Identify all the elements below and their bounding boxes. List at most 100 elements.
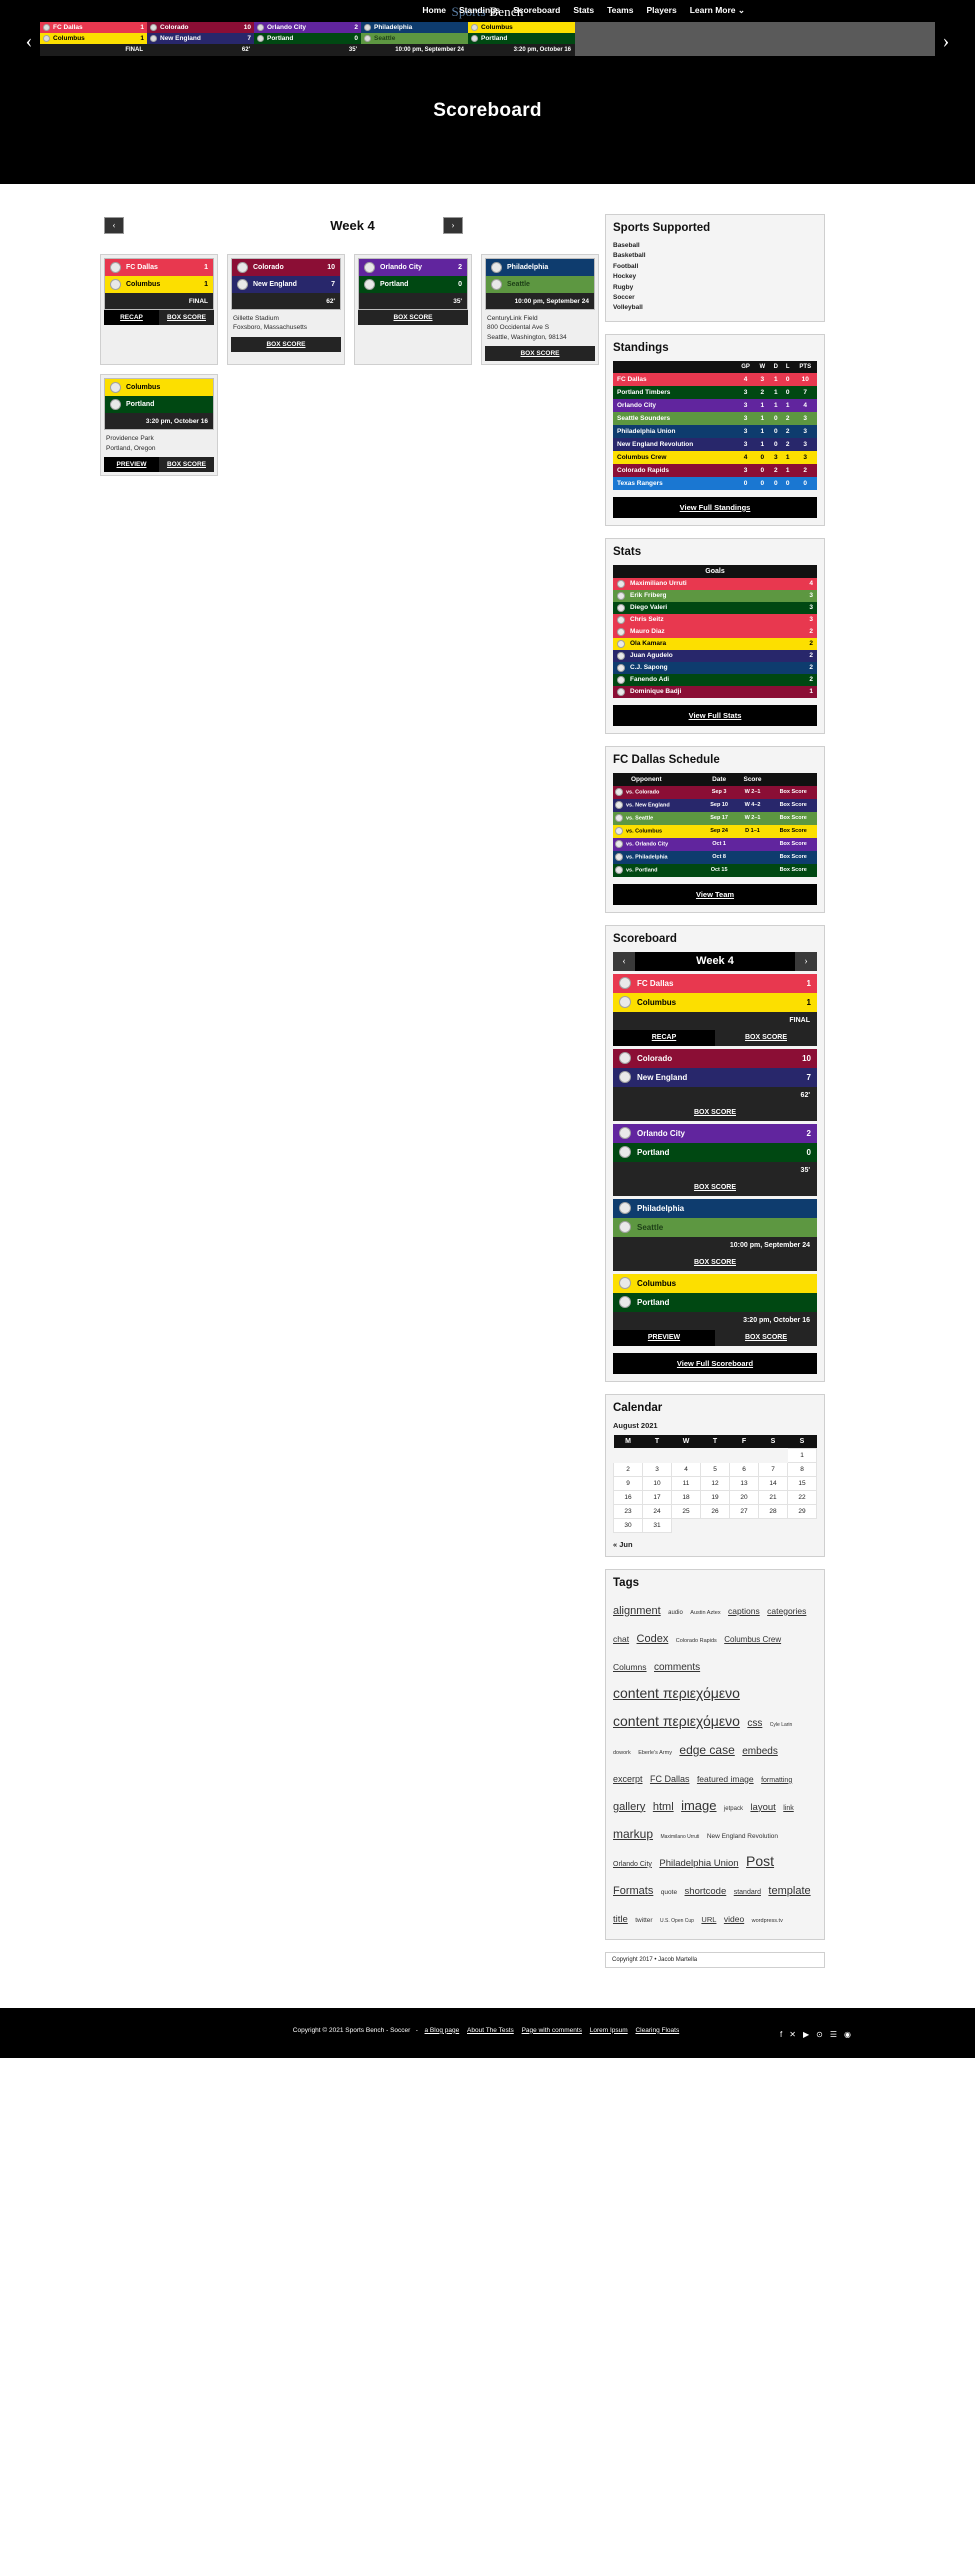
- calendar-day-cell[interactable]: 6: [729, 1461, 759, 1477]
- calendar-day-cell[interactable]: 16: [613, 1489, 643, 1505]
- tag-link[interactable]: shortcode: [685, 1886, 727, 1897]
- calendar-day-cell[interactable]: 27: [729, 1503, 759, 1519]
- sport-item[interactable]: Rugby: [613, 283, 817, 293]
- tag-link[interactable]: html: [653, 1801, 674, 1813]
- sidebar-box-score-button[interactable]: BOX SCORE: [715, 1029, 817, 1046]
- tag-link[interactable]: layout: [750, 1802, 775, 1813]
- calendar-day-cell[interactable]: 12: [700, 1475, 730, 1491]
- sidebar-box-score-button[interactable]: BOX SCORE: [613, 1179, 817, 1196]
- tag-link[interactable]: Austin Aztex: [690, 1610, 720, 1616]
- nav-item-players[interactable]: Players: [646, 5, 676, 16]
- tag-link[interactable]: captions: [728, 1606, 760, 1616]
- schedule-box-score-link[interactable]: Box Score: [769, 812, 817, 825]
- tag-link[interactable]: URL: [701, 1915, 716, 1924]
- tag-link[interactable]: chat: [613, 1634, 629, 1644]
- calendar-day-cell[interactable]: 7: [758, 1461, 788, 1477]
- calendar-day-cell[interactable]: 20: [729, 1489, 759, 1505]
- tag-link[interactable]: twitter: [635, 1917, 652, 1924]
- tag-link[interactable]: content περιεχόμενο: [613, 1685, 740, 1701]
- tag-link[interactable]: jetpack: [724, 1806, 743, 1812]
- box-score-button[interactable]: BOX SCORE: [485, 346, 595, 362]
- schedule-row[interactable]: vs. Seattle Sep 17 W 2–1 Box Score: [613, 811, 817, 825]
- stat-leader-row[interactable]: Ola Kamara 2: [613, 637, 817, 650]
- sidebar-recap-button[interactable]: RECAP: [613, 1029, 715, 1046]
- sidebar-game-card[interactable]: Columbus Portland 3:20 pm, October 16 PR…: [613, 1273, 817, 1346]
- box-score-button[interactable]: BOX SCORE: [159, 457, 214, 473]
- sidebar-game-card[interactable]: Orlando City 2 Portland 0 35' BOX SCORE: [613, 1123, 817, 1196]
- footer-link[interactable]: Page with comments: [522, 2027, 582, 2034]
- sidebar-game-card[interactable]: Philadelphia Seattle 10:00 pm, September…: [613, 1198, 817, 1271]
- tag-link[interactable]: link: [783, 1805, 794, 1812]
- stat-leader-row[interactable]: Maximiliano Urruti 4: [613, 577, 817, 590]
- schedule-row[interactable]: vs. New England Sep 10 W 4–2 Box Score: [613, 798, 817, 812]
- standings-row[interactable]: Orlando City 3 1 1 1 4: [613, 398, 817, 412]
- sidebar-game-card[interactable]: FC Dallas 1 Columbus 1 FINAL RECAP BOX SC…: [613, 973, 817, 1046]
- sidebar-preview-button[interactable]: PREVIEW: [613, 1329, 715, 1346]
- stat-leader-row[interactable]: Diego Valeri 3: [613, 601, 817, 614]
- schedule-box-score-link[interactable]: Box Score: [769, 838, 817, 851]
- calendar-day-cell[interactable]: 28: [758, 1503, 788, 1519]
- tag-link[interactable]: formatting: [761, 1777, 792, 1784]
- ticker-game[interactable]: Colorado 10 New England 7 62': [147, 22, 254, 56]
- ticker-next-icon[interactable]: ›: [931, 26, 961, 56]
- schedule-row[interactable]: vs. Colorado Sep 3 W 2–1 Box Score: [613, 785, 817, 799]
- view-full-stats-button[interactable]: View Full Stats: [613, 704, 817, 726]
- calendar-day-cell[interactable]: 24: [642, 1503, 672, 1519]
- footer-link[interactable]: About The Tests: [467, 2027, 514, 2034]
- sidebar-box-score-button[interactable]: BOX SCORE: [613, 1254, 817, 1271]
- stat-leader-row[interactable]: Dominique Badji 1: [613, 685, 817, 698]
- tag-link[interactable]: markup: [613, 1827, 653, 1841]
- nav-item-scoreboard[interactable]: Scoreboard: [513, 5, 560, 16]
- social-icon-2[interactable]: ▶: [803, 2030, 809, 2039]
- tag-link[interactable]: FC Dallas: [650, 1774, 690, 1784]
- tag-link[interactable]: edge case: [679, 1743, 734, 1757]
- schedule-row[interactable]: vs. Philadelphia Oct 8 Box Score: [613, 850, 817, 864]
- calendar-day-cell[interactable]: 22: [787, 1489, 817, 1505]
- tag-link[interactable]: New England Revolution: [707, 1833, 778, 1840]
- schedule-row[interactable]: vs. Columbus Sep 24 D 1–1 Box Score: [613, 824, 817, 838]
- calendar-day-cell[interactable]: 13: [729, 1475, 759, 1491]
- tag-link[interactable]: Columbus Crew: [724, 1635, 781, 1644]
- tag-link[interactable]: Codex: [637, 1633, 669, 1645]
- ticker-game[interactable]: Columbus Portland 3:20 pm, October 16: [468, 22, 575, 56]
- recap-button[interactable]: RECAP: [104, 310, 159, 325]
- tag-link[interactable]: quote: [661, 1889, 677, 1896]
- standings-row[interactable]: Philadelphia Union 3 1 0 2 3: [613, 424, 817, 438]
- stat-leader-row[interactable]: Mauro Diaz 2: [613, 625, 817, 638]
- calendar-day-cell[interactable]: 30: [613, 1517, 643, 1533]
- standings-row[interactable]: Portland Timbers 3 2 1 0 7: [613, 385, 817, 399]
- stat-leader-row[interactable]: Chris Seitz 3: [613, 613, 817, 626]
- tag-link[interactable]: Eberle's Army: [638, 1750, 672, 1756]
- tag-link[interactable]: Maximilano Urruti: [660, 1834, 699, 1840]
- tag-link[interactable]: Colorado Rapids: [676, 1638, 717, 1644]
- tag-link[interactable]: U.S. Open Cup: [660, 1918, 694, 1924]
- social-icon-5[interactable]: ◉: [844, 2030, 851, 2039]
- nav-item-standings[interactable]: Standings: [459, 5, 500, 16]
- tag-link[interactable]: gallery: [613, 1801, 645, 1813]
- social-icon-0[interactable]: f: [780, 2030, 782, 2039]
- preview-button[interactable]: PREVIEW: [104, 457, 159, 473]
- footer-link[interactable]: Lorem Ipsum: [590, 2027, 628, 2034]
- nav-item-teams[interactable]: Teams: [607, 5, 633, 16]
- tag-link[interactable]: template: [768, 1885, 810, 1897]
- tag-link[interactable]: Cyle Larin: [770, 1722, 793, 1728]
- schedule-row[interactable]: vs. Portland Oct 15 Box Score: [613, 863, 817, 877]
- box-score-button[interactable]: BOX SCORE: [159, 310, 214, 325]
- tag-link[interactable]: wordpress.tv: [752, 1918, 783, 1924]
- nav-item-stats[interactable]: Stats: [573, 5, 594, 16]
- calendar-day-cell[interactable]: 2: [613, 1461, 643, 1477]
- view-full-scoreboard-button[interactable]: View Full Scoreboard: [613, 1352, 817, 1374]
- calendar-day-cell[interactable]: 11: [671, 1475, 701, 1491]
- calendar-day-cell[interactable]: 19: [700, 1489, 730, 1505]
- calendar-day-cell[interactable]: 14: [758, 1475, 788, 1491]
- stat-leader-row[interactable]: C.J. Sapong 2: [613, 661, 817, 674]
- game-card[interactable]: FC Dallas 1 Columbus 1 FINAL RECAP BOX SC…: [100, 254, 218, 366]
- sidebar-game-card[interactable]: Colorado 10 New England 7 62' BOX SCORE: [613, 1048, 817, 1121]
- box-score-button[interactable]: BOX SCORE: [231, 336, 341, 352]
- schedule-box-score-link[interactable]: Box Score: [769, 799, 817, 812]
- schedule-box-score-link[interactable]: Box Score: [769, 786, 817, 799]
- view-full-standings-button[interactable]: View Full Standings: [613, 496, 817, 518]
- tag-link[interactable]: excerpt: [613, 1774, 643, 1784]
- tag-link[interactable]: video: [724, 1914, 744, 1924]
- tag-link[interactable]: image: [681, 1798, 716, 1813]
